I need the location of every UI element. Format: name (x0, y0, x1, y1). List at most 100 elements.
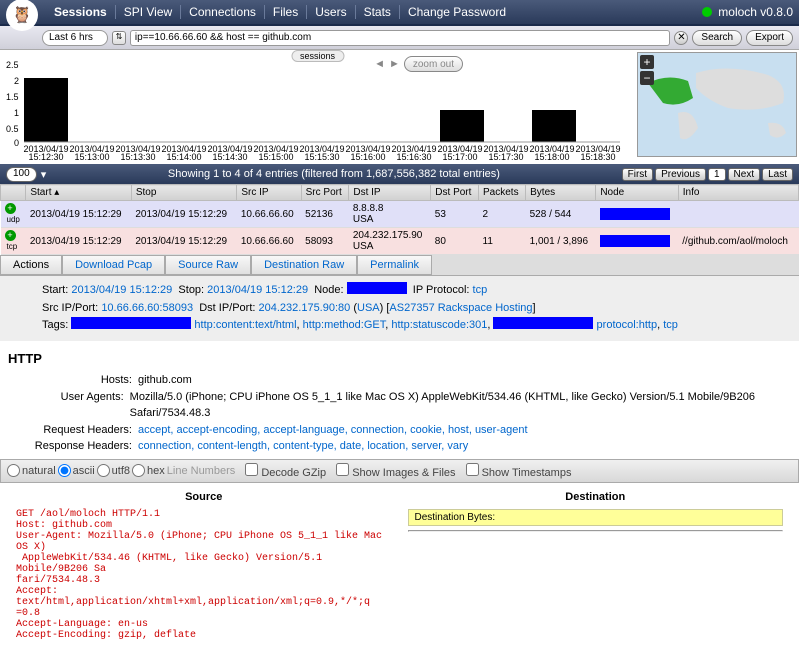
detail-tag[interactable]: http:content:text/html (194, 319, 296, 331)
detail-tag[interactable]: http:method:GET (303, 319, 386, 331)
show-images-checkbox[interactable] (336, 463, 349, 476)
query-bar: Last 6 hrs ⇅ ✕ Search Export (0, 26, 799, 50)
encoding-ascii-radio[interactable] (58, 464, 71, 477)
svg-text:0: 0 (14, 138, 19, 148)
source-raw-button[interactable]: Source Raw (165, 255, 251, 275)
show-timestamps-checkbox[interactable] (466, 463, 479, 476)
detail-tag[interactable]: protocol:http (597, 319, 658, 331)
table-row[interactable]: +udp 2013/04/19 15:12:292013/04/19 15:12… (1, 201, 799, 228)
chart-svg: 2.521.510.50 2013/04/1915:12:30 2013/04/… (2, 52, 622, 162)
destination-column: Destination Destination Bytes: (400, 491, 792, 641)
col-info[interactable]: Info (678, 185, 798, 201)
request-text: GET /aol/moloch HTTP/1.1 Host: github.co… (16, 509, 392, 641)
encoding-natural-radio[interactable] (7, 464, 20, 477)
query-clear-icon[interactable]: ✕ (674, 31, 688, 45)
nav-change-password[interactable]: Change Password (400, 5, 514, 19)
line-numbers-label: Line Numbers (167, 465, 235, 477)
detail-cc[interactable]: USA (357, 302, 380, 314)
detail-tag[interactable]: http:statuscode:301 (391, 319, 487, 331)
nav-files[interactable]: Files (265, 5, 306, 19)
detail-dst[interactable]: 204.232.175.90:80 (259, 302, 351, 314)
results-bar: 100 ▾ Showing 1 to 4 of 4 entries (filte… (0, 164, 799, 184)
nav-sessions[interactable]: Sessions (46, 5, 115, 19)
svg-text:15:13:30: 15:13:30 (120, 152, 155, 162)
expand-icon[interactable]: + (5, 203, 16, 214)
top-nav: 🦉 Sessions SPI View Connections Files Us… (0, 0, 799, 26)
http-resh[interactable]: connection, content-length, content-type… (138, 438, 468, 455)
time-range-select[interactable]: Last 6 hrs (42, 30, 108, 46)
destination-raw-button[interactable]: Destination Raw (251, 255, 357, 275)
nav-users[interactable]: Users (307, 5, 354, 19)
detail-ipproto[interactable]: tcp (473, 284, 488, 296)
svg-text:15:15:00: 15:15:00 (258, 152, 293, 162)
map-zoom-out-icon[interactable]: − (640, 71, 654, 85)
permalink-button[interactable]: Permalink (357, 255, 432, 275)
node-redacted: x (347, 282, 407, 294)
svg-text:1.5: 1.5 (6, 92, 19, 102)
svg-text:15:14:00: 15:14:00 (166, 152, 201, 162)
page-next-button[interactable]: Next (728, 168, 761, 181)
brand-label: moloch v0.8.0 (718, 5, 793, 19)
nav-spi[interactable]: SPI View (116, 5, 180, 19)
decode-gzip-checkbox[interactable] (245, 463, 258, 476)
svg-text:15:12:30: 15:12:30 (28, 152, 63, 162)
svg-text:15:16:00: 15:16:00 (350, 152, 385, 162)
col-stop[interactable]: Stop (131, 185, 236, 201)
col-node[interactable]: Node (596, 185, 678, 201)
download-pcap-button[interactable]: Download Pcap (62, 255, 165, 275)
node-redacted: x (600, 235, 670, 247)
col-dstport[interactable]: Dst Port (431, 185, 479, 201)
logo-owl-icon: 🦉 (6, 0, 38, 31)
http-hosts[interactable]: github.com (138, 372, 192, 389)
zoom-out-button[interactable]: zoom out (404, 56, 463, 72)
svg-text:15:17:00: 15:17:00 (442, 152, 477, 162)
page-first-button[interactable]: First (622, 168, 653, 181)
encoding-utf8-radio[interactable] (97, 464, 110, 477)
pan-left-icon[interactable]: ◄ (374, 58, 385, 70)
page-prev-button[interactable]: Previous (655, 168, 706, 181)
svg-text:15:14:30: 15:14:30 (212, 152, 247, 162)
chart-title: sessions (291, 50, 344, 62)
nav-stats[interactable]: Stats (356, 5, 399, 19)
http-ua[interactable]: Mozilla/5.0 (iPhone; CPU iPhone OS 5_1_1… (130, 389, 791, 422)
detail-start[interactable]: 2013/04/19 15:12:29 (71, 284, 172, 296)
nav-connections[interactable]: Connections (181, 5, 264, 19)
detail-src[interactable]: 10.66.66.60:58093 (101, 302, 193, 314)
page-number[interactable]: 1 (708, 168, 726, 181)
svg-text:15:13:00: 15:13:00 (74, 152, 109, 162)
col-start[interactable]: Start ▴ (26, 185, 131, 201)
sessions-chart[interactable]: sessions ◄ ► zoom out 2.521.510.50 2013/… (2, 52, 633, 162)
page-size-select[interactable]: 100 (6, 167, 37, 182)
detail-as[interactable]: AS27357 Rackspace Hosting (389, 302, 532, 314)
col-dstip[interactable]: Dst IP (349, 185, 431, 201)
pan-right-icon[interactable]: ► (389, 58, 400, 70)
world-map[interactable]: + − (637, 52, 797, 157)
map-zoom-in-icon[interactable]: + (640, 55, 654, 69)
col-srcport[interactable]: Src Port (301, 185, 349, 201)
actions-button[interactable]: Actions (0, 255, 62, 275)
tag-redacted: x (493, 317, 593, 329)
expand-icon[interactable]: + (5, 230, 16, 241)
search-button[interactable]: Search (692, 30, 742, 46)
svg-text:2.5: 2.5 (6, 60, 19, 70)
payload-columns: Source GET /aol/moloch HTTP/1.1 Host: gi… (0, 483, 799, 649)
source-column: Source GET /aol/moloch HTTP/1.1 Host: gi… (8, 491, 400, 641)
detail-stop[interactable]: 2013/04/19 15:12:29 (207, 284, 308, 296)
svg-text:15:16:30: 15:16:30 (396, 152, 431, 162)
export-button[interactable]: Export (746, 30, 793, 46)
http-section: HTTP Hosts:github.com User Agents:Mozill… (0, 341, 799, 459)
time-stepper-icon[interactable]: ⇅ (112, 31, 126, 45)
detail-tag[interactable]: tcp (663, 319, 678, 331)
page-last-button[interactable]: Last (762, 168, 793, 181)
col-packets[interactable]: Packets (479, 185, 526, 201)
encoding-hex-radio[interactable] (132, 464, 145, 477)
view-options-bar: natural ascii utf8 hex Line Numbers Deco… (0, 459, 799, 483)
status-dot-icon (702, 7, 712, 17)
table-row[interactable]: +tcp 2013/04/19 15:12:292013/04/19 15:12… (1, 228, 799, 255)
http-reqh[interactable]: accept, accept-encoding, accept-language… (138, 422, 528, 439)
query-input[interactable] (130, 30, 670, 46)
destination-bytes-label: Destination Bytes: (408, 509, 784, 526)
col-srcip[interactable]: Src IP (237, 185, 301, 201)
action-bar: Actions Download Pcap Source Raw Destina… (0, 255, 799, 276)
col-bytes[interactable]: Bytes (526, 185, 596, 201)
